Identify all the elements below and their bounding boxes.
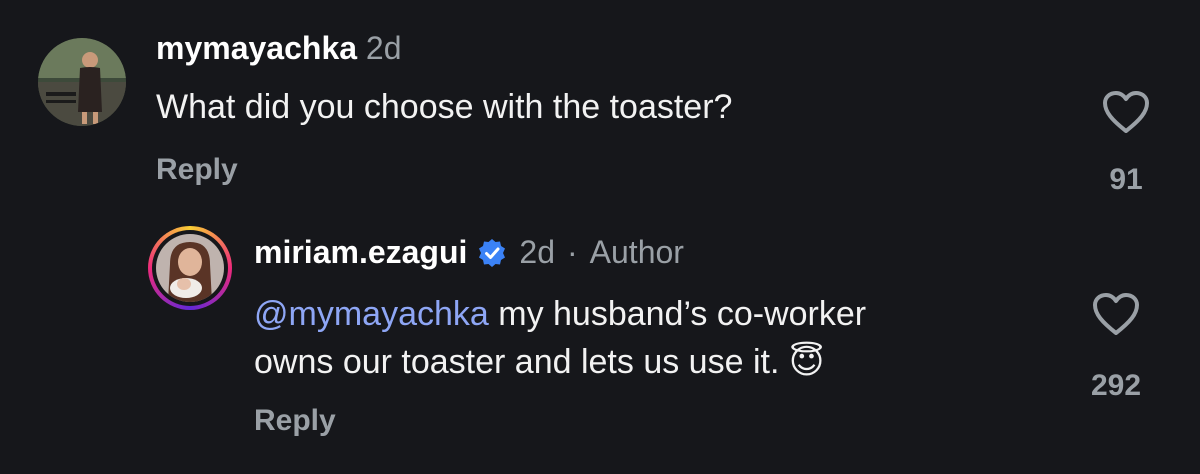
username[interactable]: miriam.ezagui [254,234,467,271]
heart-icon[interactable] [1102,90,1150,139]
reply-text-part: my husband’s co-worker [488,295,867,333]
reply-text: @mymayachka my husband’s co-worker owns … [254,290,866,386]
username[interactable]: mymayachka [156,30,357,66]
avatar-photo-icon [156,234,224,302]
mention-link[interactable]: @mymayachka [254,295,489,333]
separator: · [567,234,578,270]
avatar[interactable] [38,38,126,126]
innocent-emoji: 😇 [788,343,825,381]
like-count: 91 [1109,163,1143,196]
like-count: 292 [1090,369,1142,402]
reply-button[interactable]: Reply [254,404,336,438]
verified-badge-icon [477,238,507,268]
reply-header: miriam.ezagui 2d · Author [254,234,684,271]
like-control: 91 [1086,90,1166,197]
comment-header: mymayachka 2d [156,30,402,67]
heart-icon[interactable] [1092,292,1140,341]
avatar-photo-icon [38,38,126,126]
timestamp: 2d [365,30,402,66]
comment-text: What did you choose with the toaster? [156,88,733,126]
timestamp: 2d [519,234,555,270]
author-badge: Author [589,234,684,270]
like-control: 292 [1076,292,1156,403]
reply-button[interactable]: Reply [156,153,238,187]
avatar-story-ring[interactable] [148,226,232,310]
reply-text-line2: owns our toaster and lets us use it. 😇 [254,338,866,386]
reply-text-line1: @mymayachka my husband’s co-worker [254,290,866,338]
reply-text-part: owns our toaster and lets us use it. [254,343,789,381]
